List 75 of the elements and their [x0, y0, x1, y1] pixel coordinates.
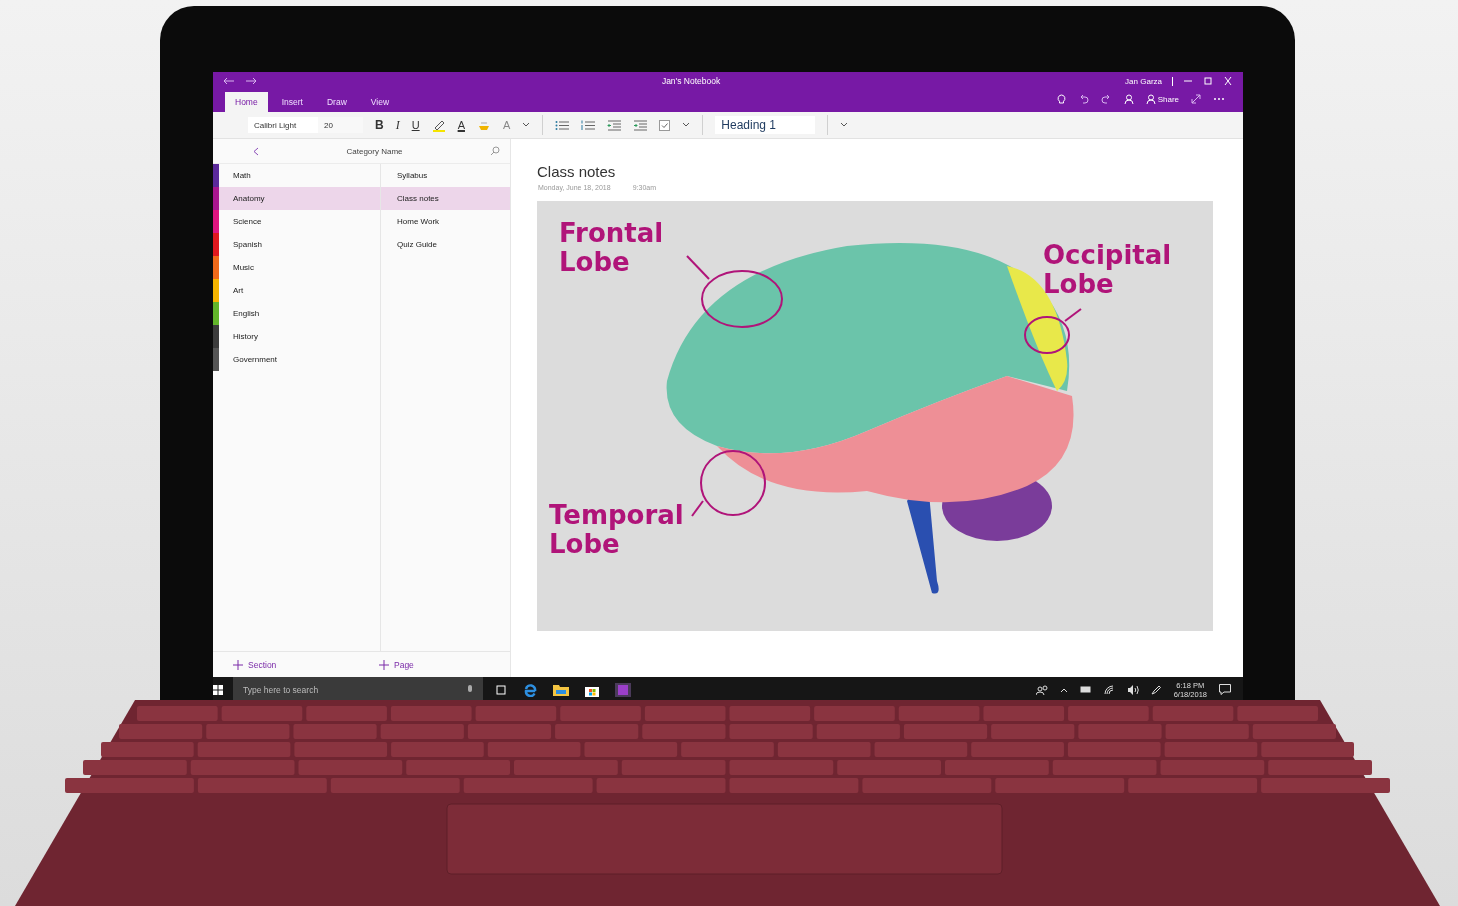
nav-title: Category Name	[345, 146, 404, 156]
leader-line	[686, 255, 710, 280]
section-item[interactable]: Math	[213, 164, 380, 187]
bold-button[interactable]: B	[375, 119, 384, 131]
browser-e-icon[interactable]	[523, 682, 537, 697]
notebook-app-icon[interactable]	[615, 682, 631, 697]
paragraph-style-field[interactable]: Heading 1	[715, 116, 816, 134]
people-icon[interactable]	[1035, 684, 1048, 695]
font-name-field[interactable]: Calibri Light	[248, 117, 318, 133]
redo-icon[interactable]	[1100, 94, 1112, 104]
chevron-down-icon[interactable]	[522, 122, 531, 128]
section-item[interactable]: Government	[213, 348, 380, 371]
font-size-field[interactable]: 20	[318, 117, 363, 133]
leader-line	[1064, 308, 1082, 322]
back-arrow-icon[interactable]	[223, 77, 235, 85]
section-item[interactable]: Music	[213, 256, 380, 279]
ink-label: Frontal Lobe	[559, 219, 664, 277]
font-color-button[interactable]: A	[457, 119, 465, 131]
volume-icon[interactable]	[1126, 684, 1139, 695]
page-item[interactable]: Home Work	[381, 210, 510, 233]
checkbox-icon[interactable]	[659, 119, 671, 131]
ribbon-tab[interactable]: Draw	[316, 92, 357, 112]
chevron-down-icon[interactable]	[840, 122, 849, 128]
numbered-list-icon[interactable]	[581, 119, 596, 131]
restore-icon[interactable]	[1203, 77, 1213, 85]
lightbulb-icon[interactable]	[1056, 93, 1066, 105]
windows-logo-icon[interactable]	[213, 684, 223, 695]
page-item[interactable]: Syllabus	[381, 164, 510, 187]
task-view-icon[interactable]	[495, 684, 507, 695]
add-section-button[interactable]: Section	[213, 659, 359, 670]
chevron-up-icon[interactable]	[1059, 686, 1068, 693]
plus-icon	[233, 659, 243, 670]
ribbon-tab[interactable]: Home	[225, 92, 268, 112]
ribbon-tab[interactable]: Insert	[271, 92, 313, 112]
folder-icon[interactable]	[553, 683, 569, 696]
section-item[interactable]: Science	[213, 210, 380, 233]
minimize-icon[interactable]	[1183, 77, 1193, 85]
section-item[interactable]: History	[213, 325, 380, 348]
leader-line	[691, 500, 704, 517]
person-icon[interactable]	[1123, 94, 1134, 104]
battery-icon[interactable]	[1079, 686, 1092, 693]
ink-circle	[1024, 316, 1070, 354]
section-item[interactable]: Anatomy	[213, 187, 380, 210]
forward-arrow-icon[interactable]	[245, 77, 257, 85]
page-item[interactable]: Class notes	[381, 187, 510, 210]
ink-label: Temporal Lobe	[549, 501, 684, 559]
ink-label: Occipital Lobe	[1043, 241, 1172, 299]
more-icon[interactable]	[1213, 97, 1225, 101]
section-item[interactable]: Spanish	[213, 233, 380, 256]
plus-icon	[379, 659, 389, 670]
bullet-list-icon[interactable]	[555, 119, 570, 131]
pen-icon[interactable]	[1150, 684, 1162, 695]
person-icon	[1145, 94, 1156, 104]
microphone-icon	[467, 684, 473, 695]
notification-icon[interactable]	[1219, 684, 1231, 695]
section-item[interactable]: Art	[213, 279, 380, 302]
section-item[interactable]: English	[213, 302, 380, 325]
chevron-down-icon[interactable]	[682, 122, 691, 128]
add-page-button[interactable]: Page	[359, 659, 505, 670]
close-icon[interactable]	[1223, 77, 1233, 85]
page-title: Class notes	[537, 163, 617, 180]
share-button[interactable]: Share	[1145, 94, 1179, 104]
user-name: Jan Garza	[1125, 76, 1162, 86]
ribbon-tab[interactable]: View	[360, 92, 400, 112]
highlighter-icon[interactable]	[431, 118, 446, 132]
back-chevron-icon[interactable]	[253, 146, 259, 156]
window-title: Jan's Notebook	[660, 76, 722, 86]
italic-button[interactable]: I	[395, 119, 400, 131]
underline-button[interactable]: U	[411, 119, 420, 131]
taskbar-search-field[interactable]: Type here to search	[233, 677, 483, 702]
expand-icon[interactable]	[1191, 94, 1201, 104]
page-item[interactable]: Quiz Guide	[381, 233, 510, 256]
ink-circle	[700, 450, 766, 516]
search-icon[interactable]	[490, 146, 500, 156]
wifi-icon[interactable]	[1103, 684, 1115, 695]
